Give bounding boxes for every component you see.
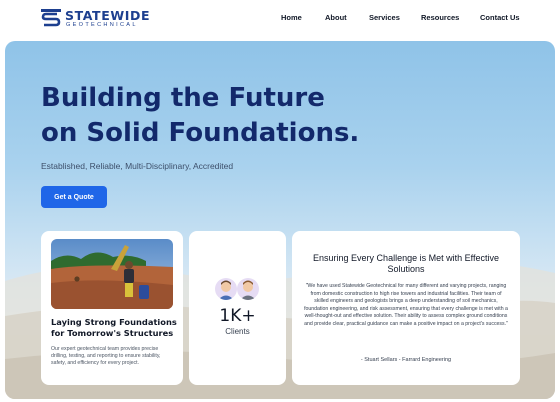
nav-services[interactable]: Services — [369, 13, 400, 22]
feature-card: Laying Strong Foundations for Tomorrow's… — [41, 231, 183, 385]
testimonial-author: - Stuart Sellars - Farrard Engineering — [360, 357, 452, 363]
nav-home[interactable]: Home — [281, 13, 302, 22]
nav-contact-us[interactable]: Contact Us — [480, 13, 520, 22]
brand-logo[interactable]: STATEWIDE GEOTECHNICAL — [41, 7, 161, 31]
testimonial-title: Ensuring Every Challenge is Met with Eff… — [313, 253, 499, 274]
hero-tagline: Established, Reliable, Multi-Disciplinar… — [41, 161, 234, 171]
hero-banner: Building the Future on Solid Foundations… — [5, 41, 555, 399]
client-avatars — [215, 278, 261, 300]
nav-about[interactable]: About — [325, 13, 347, 22]
hero-title-line-2: on Solid Foundations. — [41, 118, 360, 148]
avatar-man-icon — [237, 278, 259, 300]
clients-count: 1K+ — [219, 306, 256, 326]
brand-name: STATEWIDE — [65, 8, 151, 23]
testimonial-card: Ensuring Every Challenge is Met with Eff… — [292, 231, 520, 385]
nav-resources[interactable]: Resources — [421, 13, 459, 22]
hero-title: Building the Future on Solid Foundations… — [41, 81, 359, 151]
drilling-worker-photo — [51, 239, 173, 309]
testimonial-quote: "We have used Statewide Geotechnical for… — [304, 283, 508, 327]
get-a-quote-button[interactable]: Get a Quote — [41, 186, 107, 208]
hero-title-line-1: Building the Future — [41, 83, 325, 113]
feature-description: Our expert geotechnical team provides pr… — [51, 346, 161, 366]
clients-stat-card: 1K+ Clients — [189, 231, 286, 385]
brand-subtitle: GEOTECHNICAL — [66, 22, 138, 28]
top-navigation: STATEWIDE GEOTECHNICAL Home About Servic… — [0, 0, 560, 38]
clients-label: Clients — [225, 327, 250, 336]
avatar-man-icon — [215, 278, 237, 300]
engineering-logo-icon — [41, 9, 61, 27]
feature-title: Laying Strong Foundations for Tomorrow's… — [51, 317, 177, 338]
